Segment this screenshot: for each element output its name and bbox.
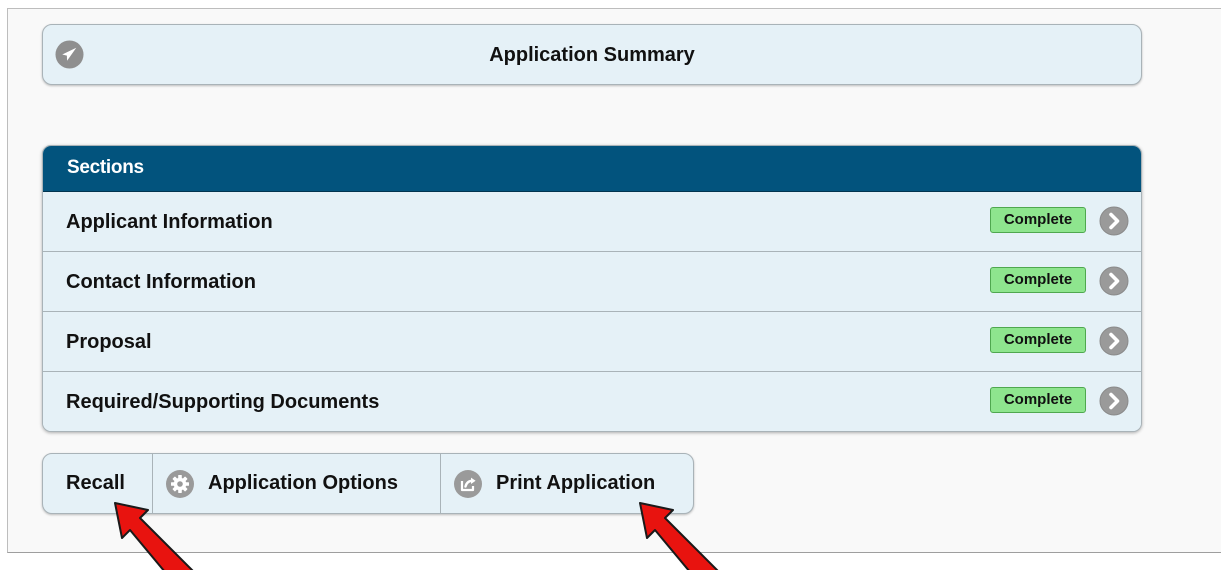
section-row-proposal[interactable]: Proposal Complete — [43, 312, 1141, 372]
status-badge: Complete — [990, 207, 1086, 233]
sections-panel: Sections Applicant Information Complete … — [42, 145, 1142, 432]
gear-icon — [166, 469, 194, 498]
application-options-label: Application Options — [208, 472, 398, 494]
chevron-right-icon[interactable] — [1099, 266, 1129, 296]
section-label: Required/Supporting Documents — [66, 391, 380, 413]
application-summary-bar: Application Summary — [42, 24, 1142, 85]
chevron-right-icon[interactable] — [1099, 386, 1129, 416]
sections-header: Sections — [43, 146, 1141, 192]
status-badge: Complete — [990, 267, 1086, 293]
section-label: Applicant Information — [66, 211, 273, 233]
chevron-right-icon[interactable] — [1099, 326, 1129, 356]
section-row-required-supporting-documents[interactable]: Required/Supporting Documents Complete — [43, 372, 1141, 431]
chevron-right-icon[interactable] — [1099, 206, 1129, 236]
share-export-icon — [454, 469, 482, 498]
section-label: Contact Information — [66, 271, 256, 293]
recall-button-label: Recall — [66, 472, 125, 494]
print-application-label: Print Application — [496, 472, 656, 494]
status-badge: Complete — [990, 387, 1086, 413]
annotation-arrow-icon — [114, 502, 194, 570]
status-badge: Complete — [990, 327, 1086, 353]
section-row-contact-information[interactable]: Contact Information Complete — [43, 252, 1141, 312]
section-label: Proposal — [66, 331, 152, 353]
section-row-applicant-information[interactable]: Applicant Information Complete — [43, 192, 1141, 252]
page-title: Application Summary — [489, 44, 695, 66]
annotation-arrow-icon — [639, 502, 719, 570]
